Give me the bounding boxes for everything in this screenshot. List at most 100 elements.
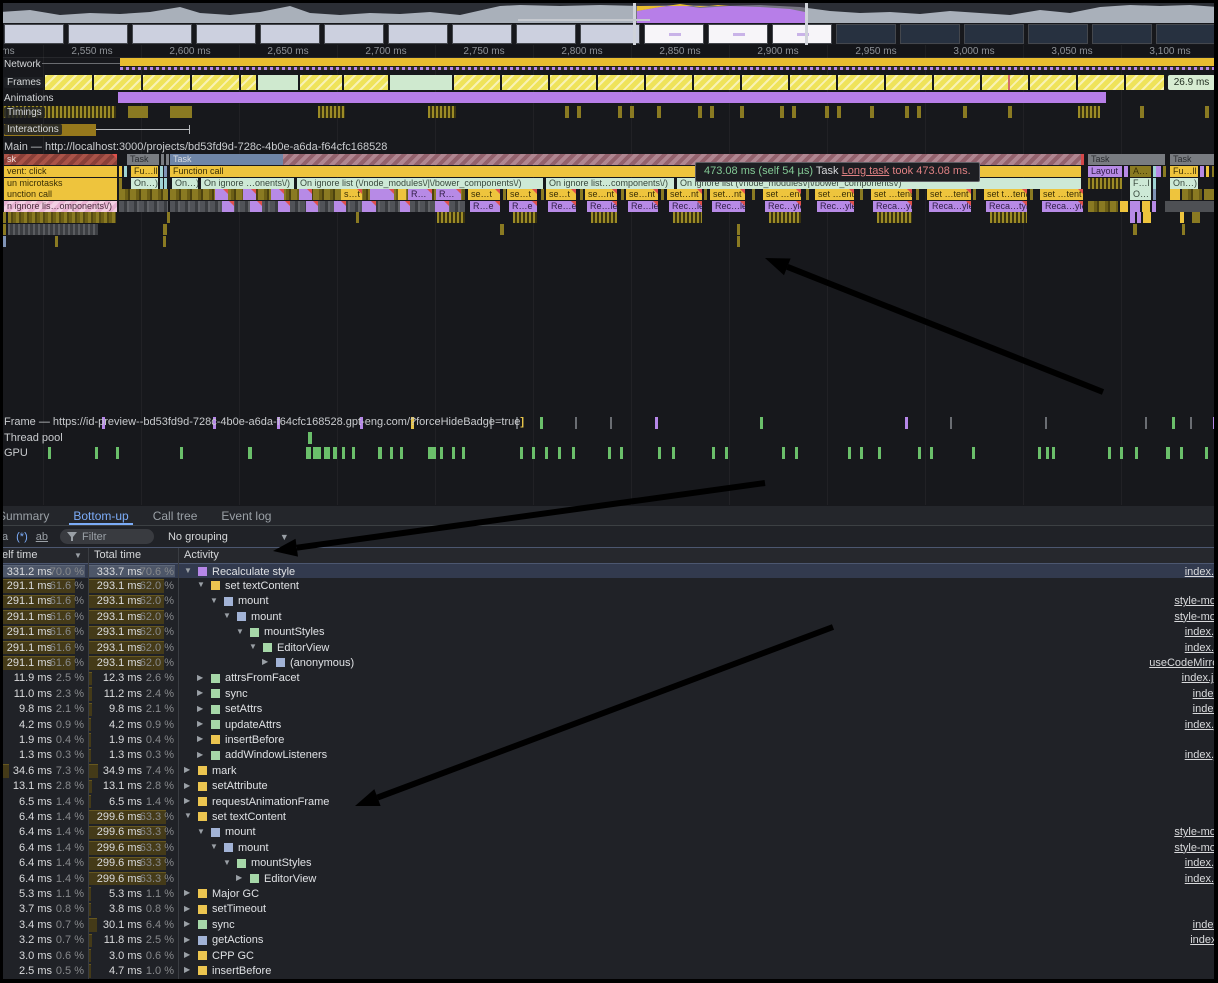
- table-row[interactable]: 331.2 ms70.0 %333.7 ms70.6 %▼Recalculate…: [0, 563, 1218, 578]
- flame-bar[interactable]: [1081, 154, 1084, 165]
- flame-bar[interactable]: [167, 212, 170, 223]
- collapse-arrow-icon[interactable]: ▼: [197, 827, 205, 836]
- source-link[interactable]: index.js: [1185, 719, 1218, 731]
- flame-bar[interactable]: n ignore lis…omponents\/): [4, 201, 117, 212]
- table-row[interactable]: 6.4 ms1.4 %299.6 ms63.3 %▼set textConten…: [0, 809, 1218, 824]
- expand-arrow-icon[interactable]: ▶: [184, 904, 190, 913]
- flame-bar[interactable]: On ignore list (\/node_modules\/|\/bower…: [297, 178, 543, 189]
- flame-bar[interactable]: [1153, 178, 1156, 189]
- table-row[interactable]: 6.4 ms1.4 %299.6 ms63.3 %▼mountStylesind…: [0, 856, 1218, 871]
- table-row[interactable]: 291.1 ms61.6 %293.1 ms62.0 %▼EditorViewi…: [0, 640, 1218, 655]
- flame-bar[interactable]: [1163, 166, 1166, 177]
- source-link[interactable]: style-mod: [1174, 842, 1218, 854]
- frame-segment[interactable]: [344, 75, 388, 90]
- flame-bar[interactable]: [163, 236, 166, 247]
- animations-track-label[interactable]: Animations: [4, 93, 53, 104]
- flame-bar[interactable]: Task: [1170, 154, 1218, 165]
- flame-bar[interactable]: sk: [4, 154, 117, 165]
- flame-bar[interactable]: un microtasks: [4, 178, 117, 189]
- filmstrip-thumbnail[interactable]: [388, 24, 448, 44]
- flame-bar[interactable]: [119, 189, 168, 200]
- frame-segment[interactable]: [258, 75, 298, 90]
- collapse-arrow-icon[interactable]: ▼: [223, 858, 231, 867]
- source-link[interactable]: index.js:: [1182, 672, 1218, 684]
- collapse-arrow-icon[interactable]: ▼: [197, 580, 205, 589]
- table-row[interactable]: 1.9 ms0.4 %1.9 ms0.4 %▶insertBefore: [0, 732, 1218, 747]
- expand-arrow-icon[interactable]: ▶: [262, 657, 268, 666]
- frame-segment[interactable]: [790, 75, 836, 90]
- frame-segment[interactable]: [1126, 75, 1164, 90]
- flame-bar[interactable]: A…: [1130, 166, 1151, 177]
- collapse-arrow-icon[interactable]: ▼: [210, 596, 218, 605]
- table-row[interactable]: 291.1 ms61.6 %293.1 ms62.0 %▶(anonymous)…: [0, 655, 1218, 670]
- flame-bar[interactable]: [435, 201, 449, 212]
- source-link[interactable]: style-mod: [1174, 611, 1218, 623]
- flame-bar[interactable]: Reca…tyle: [986, 201, 1027, 212]
- frames-track-label[interactable]: Frames: [4, 77, 44, 88]
- flame-bar[interactable]: [55, 236, 58, 247]
- filmstrip-thumbnail[interactable]: [452, 24, 512, 44]
- flame-bar[interactable]: [1206, 166, 1209, 177]
- flame-bar[interactable]: [400, 201, 410, 212]
- flame-bar[interactable]: [222, 201, 234, 212]
- screenshot-filmstrip[interactable]: [0, 23, 1218, 45]
- flame-bar[interactable]: [1030, 189, 1033, 200]
- frame-segment[interactable]: [1078, 75, 1124, 90]
- flame-bar[interactable]: [164, 166, 167, 177]
- expand-arrow-icon[interactable]: ▶: [197, 673, 203, 682]
- filmstrip-thumbnail[interactable]: [1092, 24, 1152, 44]
- flame-bar[interactable]: set …ent: [815, 189, 854, 200]
- flame-bar[interactable]: [1130, 212, 1135, 223]
- flame-bar[interactable]: On…): [172, 178, 198, 189]
- flame-bar[interactable]: Reca…yle: [873, 201, 912, 212]
- frame-segment[interactable]: [1030, 75, 1076, 90]
- table-row[interactable]: 4.2 ms0.9 %4.2 ms0.9 %▶updateAttrsindex.…: [0, 717, 1218, 732]
- flame-bar[interactable]: Task: [1088, 154, 1165, 165]
- whole-word-icon[interactable]: ab: [36, 531, 48, 543]
- frame-segment[interactable]: [550, 75, 596, 90]
- flame-bar[interactable]: [503, 189, 506, 200]
- flame-bar[interactable]: vent: click: [4, 166, 117, 177]
- animations-track-bar[interactable]: [118, 92, 1106, 103]
- flame-bar[interactable]: On…): [131, 178, 158, 189]
- frame-segment[interactable]: [598, 75, 644, 90]
- expand-arrow-icon[interactable]: ▶: [184, 765, 190, 774]
- frame-segment[interactable]: [300, 75, 342, 90]
- frame-section-title[interactable]: Frame — https://id-preview--bd53fd9d-728…: [4, 416, 524, 428]
- flame-bar[interactable]: [580, 189, 583, 200]
- flame-bar[interactable]: [737, 224, 740, 235]
- frame-segment[interactable]: [838, 75, 884, 90]
- filmstrip-thumbnail[interactable]: [580, 24, 640, 44]
- table-row[interactable]: 11.9 ms2.5 %12.3 ms2.6 %▶attrsFromFaceti…: [0, 671, 1218, 686]
- flame-bar[interactable]: On ignore …onents\/): [201, 178, 294, 189]
- expand-arrow-icon[interactable]: ▶: [184, 950, 190, 959]
- flame-bar[interactable]: [1156, 166, 1161, 177]
- flame-bar[interactable]: [164, 178, 167, 189]
- flame-bar[interactable]: Re…le: [587, 201, 617, 212]
- expand-arrow-icon[interactable]: ▶: [197, 704, 203, 713]
- frame-segment[interactable]: [982, 75, 1028, 90]
- flame-bar[interactable]: Rec…le: [669, 201, 702, 212]
- flame-bar[interactable]: R…: [436, 189, 461, 200]
- expand-arrow-icon[interactable]: ▶: [236, 873, 242, 882]
- flame-bar[interactable]: [806, 189, 809, 200]
- total-time-header[interactable]: Total time: [94, 549, 141, 561]
- filmstrip-thumbnail[interactable]: [4, 24, 64, 44]
- flame-bar[interactable]: [621, 189, 624, 200]
- flame-bar[interactable]: [306, 201, 318, 212]
- flame-bar[interactable]: [278, 201, 290, 212]
- flame-bar[interactable]: [1182, 189, 1202, 200]
- flame-bar[interactable]: set …tent: [871, 189, 912, 200]
- frame-segment[interactable]: [45, 75, 92, 90]
- table-row[interactable]: 6.4 ms1.4 %299.6 ms63.3 %▶EditorViewinde…: [0, 871, 1218, 886]
- flame-bar[interactable]: [1182, 224, 1185, 235]
- source-link[interactable]: index.js: [1185, 566, 1218, 578]
- flame-bar[interactable]: Task: [170, 154, 283, 165]
- self-time-header[interactable]: elf time: [2, 549, 37, 561]
- frame-segment[interactable]: [94, 75, 141, 90]
- flame-bar[interactable]: [591, 212, 617, 223]
- flame-bar[interactable]: Rec…le: [712, 201, 745, 212]
- flame-bar[interactable]: se…t: [546, 189, 576, 200]
- flame-bar[interactable]: [250, 201, 262, 212]
- filmstrip-thumbnail[interactable]: [644, 24, 704, 44]
